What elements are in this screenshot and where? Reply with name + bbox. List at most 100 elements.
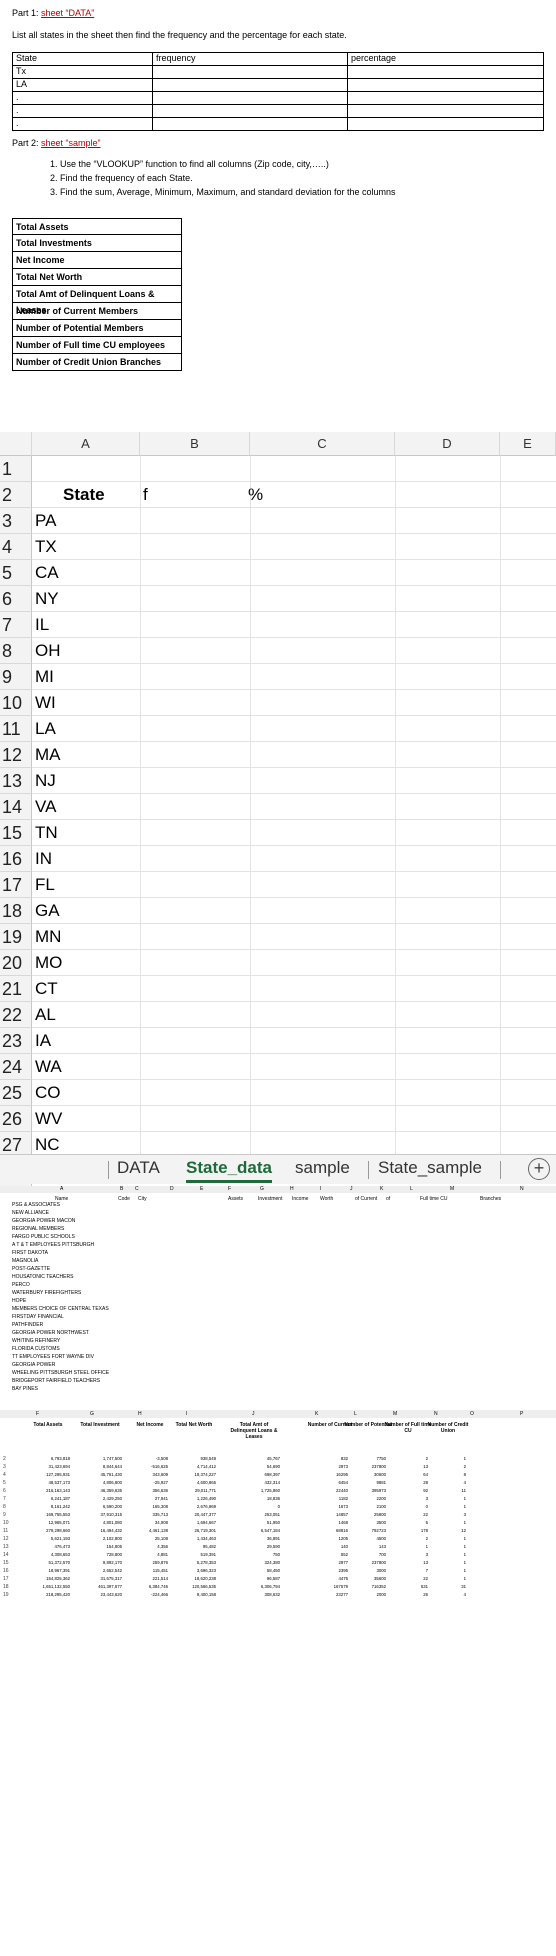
state-cell[interactable]: FL [32, 872, 55, 898]
stat-cell[interactable]: 4 [426, 1592, 466, 1597]
state-header-cell[interactable]: State [60, 482, 105, 508]
stat-cell[interactable]: 16295 [308, 1472, 348, 1477]
stat-cell[interactable]: 221,514 [128, 1576, 168, 1581]
stat-cell[interactable]: 279,298,660 [30, 1528, 70, 1533]
stat-cell[interactable]: 7750 [346, 1456, 386, 1461]
row-header[interactable]: 9 [0, 664, 32, 690]
column-letter[interactable]: G [260, 1186, 264, 1192]
stat-cell[interactable]: 23277 [308, 1592, 348, 1597]
stat-cell[interactable]: 5,621,193 [30, 1536, 70, 1541]
stat-cell[interactable]: 253,051 [240, 1512, 280, 1517]
stat-cell[interactable]: 0 [240, 1504, 280, 1509]
stat-cell[interactable]: 6,590,200 [82, 1504, 122, 1509]
stat-cell[interactable]: 34,908 [128, 1520, 168, 1525]
stat-cell[interactable]: 48,537,173 [30, 1480, 70, 1485]
stat-cell[interactable]: 1 [426, 1560, 466, 1565]
state-cell[interactable]: AL [32, 1002, 56, 1028]
stat-cell[interactable]: 154,825,362 [30, 1576, 70, 1581]
stat-cell[interactable]: 4,308,653 [30, 1552, 70, 1557]
row-header[interactable]: 8 [0, 638, 32, 664]
state-cell[interactable]: LA [32, 716, 56, 742]
column-header-b[interactable]: B [140, 432, 250, 456]
stat-cell[interactable]: 1205 [308, 1536, 348, 1541]
state-cell[interactable]: CO [32, 1080, 61, 1106]
row-header[interactable]: 18 [0, 898, 32, 924]
column-header-a[interactable]: A [32, 432, 140, 456]
stat-cell[interactable]: 6,547,184 [240, 1528, 280, 1533]
stat-cell[interactable]: 4500 [346, 1536, 386, 1541]
stat-cell[interactable]: 1,694,667 [176, 1520, 216, 1525]
stat-cell[interactable]: 1 [426, 1520, 466, 1525]
stat-cell[interactable]: 11 [426, 1488, 466, 1493]
stat-cell[interactable]: 1673 [308, 1504, 348, 1509]
name-cell[interactable]: PSG & ASSOCIATES [12, 1202, 60, 1208]
stat-cell[interactable]: 2200 [346, 1496, 386, 1501]
stat-cell[interactable]: 30600 [346, 1472, 386, 1477]
stat-cell[interactable]: 165,308 [128, 1504, 168, 1509]
column-letter[interactable]: N [520, 1186, 524, 1192]
f-header-cell[interactable]: f [140, 482, 148, 508]
column-letter[interactable]: F [228, 1186, 231, 1192]
stat-cell[interactable]: 216,163,143 [30, 1488, 70, 1493]
state-cell[interactable]: NY [32, 586, 59, 612]
stat-cell[interactable]: 115,451 [128, 1568, 168, 1573]
stat-cell[interactable]: 1,725,860 [240, 1488, 280, 1493]
stat-cell[interactable]: 8,844,644 [82, 1464, 122, 1469]
stat-cell[interactable]: -3,508 [128, 1456, 168, 1461]
stat-cell[interactable]: 8 [426, 1472, 466, 1477]
row-header[interactable]: 16 [0, 846, 32, 872]
row-header[interactable]: 5 [0, 560, 32, 586]
stat-cell[interactable]: 700 [346, 1552, 386, 1557]
stat-cell[interactable]: 2 [426, 1464, 466, 1469]
name-cell[interactable]: FLORIDA CUSTOMS [12, 1346, 60, 1352]
stat-cell[interactable]: 64 [388, 1472, 428, 1477]
state-cell[interactable]: VA [32, 794, 56, 820]
stat-cell[interactable]: 13 [388, 1464, 428, 1469]
name-cell[interactable]: WHEELING PITTSBURGH STEEL OFFICE [12, 1370, 109, 1376]
stat-cell[interactable]: 6,241,187 [30, 1496, 70, 1501]
stat-cell[interactable]: 14857 [308, 1512, 348, 1517]
name-cell[interactable]: BRIDGEPORT FAIRFIELD TEACHERS [12, 1378, 100, 1384]
column-letter[interactable]: G [90, 1411, 94, 1417]
stat-cell[interactable]: 259,876 [128, 1560, 168, 1565]
stat-cell[interactable]: 2973 [308, 1464, 348, 1469]
state-cell[interactable]: IL [32, 612, 49, 638]
tab-sample[interactable]: sample [295, 1158, 350, 1178]
name-cell[interactable]: PERCO [12, 1282, 30, 1288]
stat-cell[interactable]: 1 [426, 1496, 466, 1501]
stat-cell[interactable]: 3500 [346, 1520, 386, 1525]
column-letter[interactable]: B [120, 1186, 123, 1192]
stat-cell[interactable]: 1468 [308, 1520, 348, 1525]
row-header[interactable]: 22 [0, 1002, 32, 1028]
column-letter[interactable]: P [520, 1411, 523, 1417]
name-cell[interactable]: TT EMPLOYEES FORT WAYNE DIV [12, 1354, 94, 1360]
stat-cell[interactable]: 25800 [346, 1512, 386, 1517]
stat-cell[interactable]: 5 [388, 1520, 428, 1525]
select-all-corner[interactable] [0, 432, 32, 456]
stat-cell[interactable]: 728,800 [82, 1552, 122, 1557]
state-cell[interactable]: WV [32, 1106, 62, 1132]
column-letter[interactable]: J [252, 1411, 255, 1417]
stat-cell[interactable]: 2,102,800 [82, 1536, 122, 1541]
stat-cell[interactable]: 1 [388, 1544, 428, 1549]
state-cell[interactable]: MI [32, 664, 54, 690]
stat-cell[interactable]: 120,566,535 [176, 1584, 216, 1589]
name-cell[interactable]: PATHFINDER [12, 1322, 43, 1328]
column-letter[interactable]: J [350, 1186, 353, 1192]
name-cell[interactable]: POST-GAZETTE [12, 1266, 50, 1272]
stat-cell[interactable]: 237800 [346, 1464, 386, 1469]
stat-cell[interactable]: 7 [388, 1568, 428, 1573]
column-header-c[interactable]: C [250, 432, 395, 456]
stat-cell[interactable]: 832 [308, 1456, 348, 1461]
stat-cell[interactable]: 26,719,301 [176, 1528, 216, 1533]
stat-cell[interactable]: 5,278,353 [176, 1560, 216, 1565]
row-header[interactable]: 10 [0, 690, 32, 716]
row-header[interactable]: 26 [0, 1106, 32, 1132]
state-cell[interactable]: CA [32, 560, 59, 586]
stat-cell[interactable]: 1,226,490 [176, 1496, 216, 1501]
stat-cell[interactable]: 92 [388, 1488, 428, 1493]
stat-cell[interactable]: 716352 [346, 1584, 386, 1589]
stat-cell[interactable]: 1 [426, 1552, 466, 1557]
column-letter[interactable]: M [450, 1186, 454, 1192]
stat-cell[interactable]: 9881 [346, 1480, 386, 1485]
